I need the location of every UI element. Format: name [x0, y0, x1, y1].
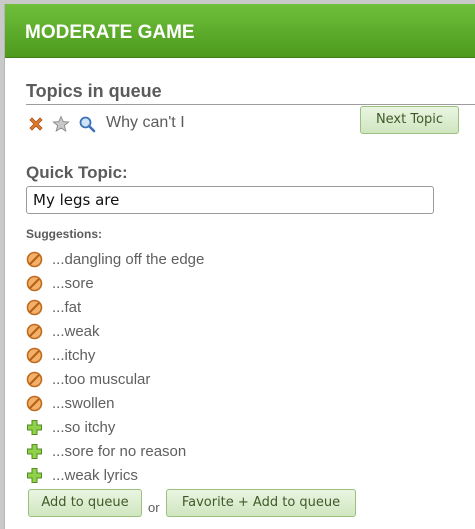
add-icon[interactable] — [26, 467, 43, 484]
suggestion-item[interactable]: ...so itchy — [26, 415, 204, 439]
suggestion-item[interactable]: ...sore — [26, 271, 204, 295]
favorite-add-to-queue-button[interactable]: Favorite + Add to queue — [166, 489, 356, 517]
suggestion-text: ...swollen — [52, 394, 115, 412]
suggestion-item[interactable]: ...swollen — [26, 391, 204, 415]
add-to-queue-button[interactable]: Add to queue — [28, 489, 142, 517]
topics-in-queue-heading: Topics in queue — [26, 81, 162, 101]
panel-title: MODERATE GAME — [25, 22, 195, 43]
suggestion-item[interactable]: ...weak — [26, 319, 204, 343]
next-topic-label: Next Topic — [375, 112, 444, 127]
suggestion-text: ...weak lyrics — [52, 466, 138, 484]
suggestion-text: ...itchy — [52, 346, 96, 364]
suggestion-text: ...dangling off the edge — [52, 250, 205, 268]
blocked-icon[interactable] — [26, 371, 43, 388]
queued-topic-text: Why can't I — [106, 114, 185, 131]
magnifier-icon[interactable] — [78, 115, 96, 133]
suggestion-text: ...too muscular — [52, 370, 151, 388]
blocked-icon[interactable] — [26, 395, 43, 412]
add-icon[interactable] — [26, 419, 43, 436]
suggestion-item[interactable]: ...weak lyrics — [26, 463, 204, 487]
suggestion-text: ...sore — [52, 274, 94, 292]
blocked-icon[interactable] — [26, 347, 43, 364]
suggestion-text: ...sore for no reason — [52, 442, 187, 460]
next-topic-button[interactable]: Next Topic — [360, 106, 459, 134]
suggestions-label: Suggestions: — [26, 227, 103, 241]
delete-icon[interactable] — [27, 115, 45, 133]
heading-divider — [26, 104, 475, 105]
suggestion-item[interactable]: ...itchy — [26, 343, 204, 367]
suggestion-text: ...fat — [52, 298, 82, 316]
suggestion-text: ...so itchy — [52, 418, 116, 436]
moderate-game-panel: MODERATE GAME Topics in queue Why can't … — [4, 4, 475, 529]
blocked-icon[interactable] — [26, 323, 43, 340]
suggestion-item[interactable]: ...fat — [26, 295, 204, 319]
add-icon[interactable] — [26, 443, 43, 460]
favorite-add-to-queue-label: Favorite + Add to queue — [181, 495, 341, 510]
blocked-icon[interactable] — [26, 275, 43, 292]
blocked-icon[interactable] — [26, 299, 43, 316]
suggestion-text: ...weak — [52, 322, 100, 340]
suggestions-list: ...dangling off the edge ...sore ...fat … — [26, 247, 204, 487]
quick-topic-label: Quick Topic: — [26, 163, 128, 182]
panel-header: MODERATE GAME — [5, 4, 475, 58]
or-separator: or — [148, 500, 160, 515]
blocked-icon[interactable] — [26, 251, 43, 268]
suggestion-item[interactable]: ...too muscular — [26, 367, 204, 391]
add-to-queue-label: Add to queue — [41, 495, 129, 510]
suggestion-item[interactable]: ...dangling off the edge — [26, 247, 204, 271]
star-icon[interactable] — [52, 115, 70, 133]
quick-topic-input[interactable] — [26, 186, 434, 214]
suggestion-item[interactable]: ...sore for no reason — [26, 439, 204, 463]
